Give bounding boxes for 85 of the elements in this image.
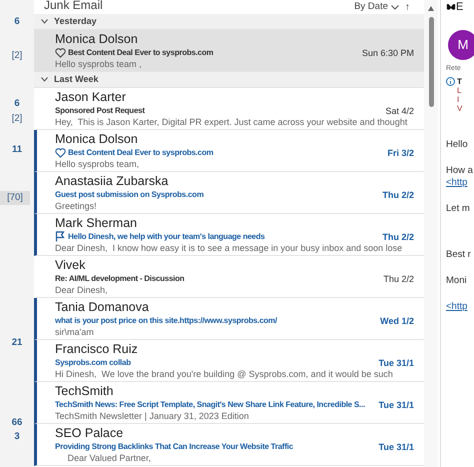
preview-text: Dear Dinesh, bbox=[55, 284, 109, 296]
message-item[interactable]: TechSmith TechSmith News: Free Script Template, Snagit's New Share Link Feature, Incredible S... Tue 31/1 TechSmith Newsletter | January 31, 2023 Edition bbox=[34, 382, 424, 424]
flag-icon bbox=[55, 231, 65, 242]
subject-text: Sponsored Post Request bbox=[55, 104, 145, 116]
subject-text: Best Content Deal Ever to sysprobs.com bbox=[68, 46, 214, 58]
info-icon bbox=[446, 77, 455, 86]
subject-text: what is your post price on this site.https://www.sysprobs.com/ bbox=[55, 314, 278, 326]
preview-text: Hi Dinesh, We love the brand you're building @ Sysprobs.com, and it would be such bbox=[55, 368, 394, 380]
group-header[interactable]: Last Week bbox=[34, 72, 424, 88]
message-item[interactable]: Anastasiia Zubarska Guest post submission on Sysprobs.com Thu 2/2 Greetings! bbox=[34, 172, 424, 214]
date-text: Wed 1/2 bbox=[380, 314, 414, 326]
message-item[interactable]: Monica Dolson Best Content Deal Ever to sysprobs.com Fri 3/2 Hello sysprobs team, bbox=[34, 130, 424, 172]
preview-text: Hello sysprobs team, bbox=[55, 158, 140, 170]
date-text: Sun 6:30 PM bbox=[362, 46, 414, 58]
info-line: L bbox=[457, 86, 462, 95]
sort-dropdown[interactable]: By Date bbox=[354, 0, 399, 14]
info-line: V bbox=[457, 104, 462, 113]
unread-count[interactable]: 11 bbox=[0, 143, 34, 157]
unread-count[interactable]: [70] bbox=[0, 191, 30, 205]
date-text: Fri 3/2 bbox=[387, 146, 414, 158]
date-text: Tue 31/1 bbox=[378, 440, 414, 452]
unread-count[interactable]: 6 bbox=[0, 15, 34, 29]
subject-text: TechSmith News: Free Script Template, Snagit's New Share Link Feature, Incredible S... bbox=[55, 398, 365, 410]
preview-text: Hey, This is Jason Karter, Digital PR expert. Just came across your website and thought bbox=[55, 116, 408, 128]
folder-title: Junk Email bbox=[44, 0, 103, 12]
body-text: Hello bbox=[446, 139, 469, 151]
date-text: Tue 31/1 bbox=[378, 356, 414, 368]
butterfly-icon bbox=[446, 2, 456, 12]
link-text[interactable]: <http bbox=[446, 301, 474, 313]
subject-text: Sysprobs.com collab bbox=[55, 356, 131, 368]
sender-name: Jason Karter bbox=[55, 90, 127, 104]
link-text[interactable]: <http bbox=[446, 177, 474, 189]
preview-text: sir\ma'am bbox=[55, 326, 95, 338]
sender-name: Mark Sherman bbox=[55, 216, 138, 230]
info-line: I bbox=[457, 95, 460, 104]
sender-name: Monica Dolson bbox=[55, 32, 139, 46]
unread-count[interactable]: 6 bbox=[0, 97, 34, 111]
date-text: Thu 2/2 bbox=[382, 230, 414, 242]
subject-text: Providing Strong Backlinks That Can Increase Your Website Traffic bbox=[55, 440, 294, 452]
group-header[interactable]: Yesterday bbox=[34, 14, 424, 30]
message-item[interactable]: Francisco Ruiz Sysprobs.com collab Tue 31/1 Hi Dinesh, We love the brand you're building @ Sysprobs.com, and it would be such bbox=[34, 340, 424, 382]
body-text: Let m bbox=[446, 203, 471, 215]
body-text: Moni bbox=[446, 275, 468, 287]
sort-direction-button[interactable]: ↑ bbox=[405, 0, 410, 14]
sender-name: Monica Dolson bbox=[55, 132, 139, 146]
preview-text: Dear Dinesh, I know how easy it is to see a message in your busy inbox and soon lose bbox=[55, 242, 404, 254]
message-title: E bbox=[456, 1, 464, 13]
chevron-down-icon bbox=[391, 4, 399, 10]
sender-name: Vivek bbox=[55, 258, 86, 272]
unread-count[interactable]: 3 bbox=[0, 430, 34, 444]
unread-count[interactable]: 21 bbox=[0, 336, 34, 350]
preview-text: Hello sysprobs team , bbox=[55, 58, 143, 70]
unread-count[interactable]: [2] bbox=[0, 49, 34, 63]
preview-text: TechSmith Newsletter | January 31, 2023 Edition bbox=[55, 410, 250, 422]
chevron-down-icon bbox=[41, 77, 48, 82]
message-item[interactable]: Mark Sherman Hello Dinesh, we help with your team's language needs Thu 2/2 Dear Dinesh, I know how easy it is to see a message in your busy inbox and soon lose bbox=[34, 214, 424, 256]
preview-text: Dear Valued Partner, bbox=[66, 452, 152, 464]
body-text: How a bbox=[446, 165, 474, 177]
date-text: Tue 31/1 bbox=[378, 398, 414, 410]
unread-count[interactable]: 66 bbox=[0, 416, 34, 430]
chevron-down-icon bbox=[41, 19, 48, 24]
message-item[interactable]: Tania Domanova what is your post price on this site.https://www.sysprobs.com/ Wed 1/2 sir\ma'am bbox=[34, 298, 424, 340]
message-item[interactable]: Monica Dolson Best Content Deal Ever to sysprobs.com Sun 6:30 PM Hello sysprobs team , bbox=[34, 30, 424, 72]
date-text: Sat 4/2 bbox=[385, 104, 414, 116]
message-item[interactable]: SEO Palace Providing Strong Backlinks That Can Increase Your Website Traffic Tue 31/1 Dear Valued Partner, bbox=[34, 424, 424, 466]
heart-icon bbox=[55, 148, 66, 158]
sender-name: SEO Palace bbox=[55, 426, 124, 440]
body-text: Best r bbox=[446, 249, 472, 261]
unread-count[interactable]: [2] bbox=[0, 112, 34, 126]
info-title: T bbox=[457, 77, 462, 86]
date-text: Thu 2/2 bbox=[383, 272, 414, 284]
subject-text: Hello Dinesh, we help with your team's language needs bbox=[68, 230, 265, 242]
scroll-up-icon[interactable] bbox=[428, 6, 434, 11]
date-text: Thu 2/2 bbox=[382, 188, 414, 200]
sender-name: Anastasiia Zubarska bbox=[55, 174, 170, 188]
subject-text: Best Content Deal Ever to sysprobs.com bbox=[68, 146, 214, 158]
preview-text: Greetings! bbox=[55, 200, 98, 212]
avatar: M bbox=[448, 30, 474, 60]
scrollbar-thumb[interactable] bbox=[428, 17, 434, 107]
heart-icon bbox=[55, 48, 66, 58]
sender-name: TechSmith bbox=[55, 384, 114, 398]
sender-name: Tania Domanova bbox=[55, 300, 150, 314]
subject-text: Re: AI/ML development - Discussion bbox=[55, 272, 184, 284]
subject-text: Guest post submission on Sysprobs.com bbox=[55, 188, 204, 200]
sender-name: Francisco Ruiz bbox=[55, 342, 139, 356]
